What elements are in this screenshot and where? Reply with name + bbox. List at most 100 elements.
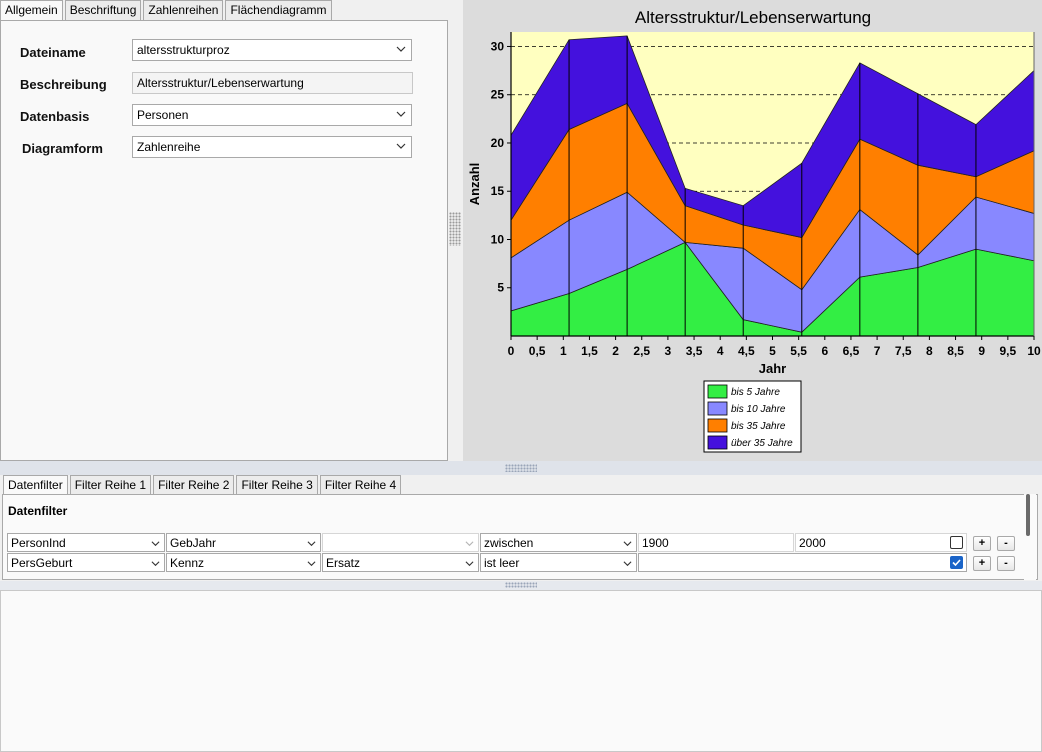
x-tick-label: 9,5 xyxy=(1000,344,1017,358)
x-tick-label: 3 xyxy=(665,344,672,358)
x-tick-label: 2 xyxy=(612,344,619,358)
x-tick-label: 0,5 xyxy=(529,344,546,358)
dateiname-value: altersstrukturproz xyxy=(137,43,230,57)
filter-row-1-value2[interactable]: 2000 xyxy=(795,533,967,552)
legend-swatch xyxy=(707,435,728,450)
chevron-down-icon xyxy=(151,561,160,567)
datenbasis-select[interactable]: Personen xyxy=(132,104,412,126)
legend-label: bis 35 Jahre xyxy=(731,421,786,432)
filter-row-1-operator-value: zwischen xyxy=(484,536,534,550)
x-tick-label: 5,5 xyxy=(790,344,807,358)
splitter-grip[interactable] xyxy=(505,582,537,588)
chevron-down-icon xyxy=(396,143,406,149)
x-tick-label: 6,5 xyxy=(843,344,860,358)
filter-row-2-value[interactable] xyxy=(638,553,967,572)
horizontal-splitter[interactable] xyxy=(0,461,1042,475)
filter-row-2-field1[interactable]: PersGeburt xyxy=(7,553,165,572)
filter-row-2-field1-value: PersGeburt xyxy=(11,556,73,570)
filter-row-1-operator[interactable]: zwischen xyxy=(480,533,637,552)
x-tick-label: 5 xyxy=(769,344,776,358)
filter-row-1-field1-value: PersonInd xyxy=(11,536,66,550)
x-tick-label: 1 xyxy=(560,344,567,358)
vertical-splitter-grip[interactable] xyxy=(449,212,461,246)
filter-row-2-add-button[interactable]: + xyxy=(973,556,991,571)
tab-filter-reihe-2[interactable]: Filter Reihe 2 xyxy=(153,475,235,495)
properties-tabstrip: Allgemein Beschriftung Zahlenreihen Fläc… xyxy=(0,0,334,21)
datenbasis-value: Personen xyxy=(137,108,189,122)
chevron-down-icon xyxy=(396,46,406,52)
filter-row-2-operator[interactable]: ist leer xyxy=(480,553,637,572)
tab-allgemein[interactable]: Allgemein xyxy=(0,0,63,21)
tab-flaechendiagramm[interactable]: Flächendiagramm xyxy=(225,0,332,20)
splitter-grip[interactable] xyxy=(505,464,537,472)
y-tick-label: 15 xyxy=(491,184,505,198)
chart-panel: Altersstruktur/Lebenserwartung 5 10 15 20 25… xyxy=(463,0,1042,461)
y-tick-label: 10 xyxy=(491,232,505,246)
area-chart: Altersstruktur/Lebenserwartung 510152025… xyxy=(467,8,1041,453)
filter-row-2-remove-button[interactable]: - xyxy=(997,556,1015,571)
x-tick-label: 4 xyxy=(717,344,724,358)
x-tick-label: 7,5 xyxy=(895,344,912,358)
x-axis-label: Jahr xyxy=(759,361,786,376)
filter-panel: Datenfilter Filter Reihe 1 Filter Reihe … xyxy=(0,475,1042,581)
chart-legend: bis 5 Jahre bis 10 Jahre bis 35 Jahre über … xyxy=(703,380,802,453)
general-form: Dateiname altersstrukturproz Beschreibun… xyxy=(0,20,448,461)
x-tick-label: 9 xyxy=(978,344,985,358)
filter-row-2-field3[interactable]: Ersatz xyxy=(322,553,479,572)
dateiname-label: Dateiname xyxy=(20,45,86,60)
legend-label: bis 5 Jahre xyxy=(731,387,780,398)
legend-swatch xyxy=(707,418,728,433)
chevron-down-icon xyxy=(623,541,632,547)
chevron-down-icon xyxy=(465,561,474,567)
tab-zahlenreihen[interactable]: Zahlenreihen xyxy=(143,0,224,20)
tab-filter-reihe-4[interactable]: Filter Reihe 4 xyxy=(319,475,402,495)
x-tick-label: 8,5 xyxy=(947,344,964,358)
diagramform-label: Diagramform xyxy=(22,141,103,156)
filter-row-2-field2[interactable]: Kennz xyxy=(166,553,321,572)
filter-row-2-checkbox[interactable] xyxy=(950,556,963,569)
filter-area: Datenfilter PersonInd GebJahr zwischen 1… xyxy=(2,494,1038,580)
filter-scrollbar[interactable] xyxy=(1024,494,1036,580)
tab-filter-reihe-3[interactable]: Filter Reihe 3 xyxy=(236,475,318,495)
filter-row-1-remove-button[interactable]: - xyxy=(997,536,1015,551)
legend-label: bis 10 Jahre xyxy=(731,404,786,415)
tab-beschriftung[interactable]: Beschriftung xyxy=(64,0,142,20)
y-axis-label: Anzahl xyxy=(467,163,482,206)
filter-row-1-value1[interactable]: 1900 xyxy=(638,533,794,552)
detail-panel xyxy=(0,590,1042,752)
beschreibung-field[interactable]: Altersstruktur/Lebenserwartung xyxy=(132,72,413,94)
legend-swatch xyxy=(707,384,728,399)
horizontal-splitter-2[interactable] xyxy=(0,581,1042,590)
filter-row-1-field1[interactable]: PersonInd xyxy=(7,533,165,552)
y-tick-label: 5 xyxy=(497,281,504,295)
x-tick-label: 4,5 xyxy=(738,344,755,358)
tab-filter-reihe-1[interactable]: Filter Reihe 1 xyxy=(69,475,152,495)
x-tick-label: 10 xyxy=(1027,344,1041,358)
filter-row-1-checkbox[interactable] xyxy=(950,536,963,549)
x-tick-label: 8 xyxy=(926,344,933,358)
filter-title: Datenfilter xyxy=(8,504,68,518)
x-tick-label: 0 xyxy=(508,344,515,358)
checkmark-icon xyxy=(952,559,961,567)
legend-label: über 35 Jahre xyxy=(731,438,793,449)
chevron-down-icon xyxy=(307,541,316,547)
chevron-down-icon xyxy=(396,111,406,117)
datenbasis-label: Datenbasis xyxy=(20,109,90,124)
y-tick-label: 30 xyxy=(491,39,505,53)
filter-row-1-add-button[interactable]: + xyxy=(973,536,991,551)
x-tick-label: 2,5 xyxy=(633,344,650,358)
dateiname-select[interactable]: altersstrukturproz xyxy=(132,39,412,61)
filter-row-1-field3[interactable] xyxy=(322,533,479,552)
filter-row-1-field2[interactable]: GebJahr xyxy=(166,533,321,552)
beschreibung-label: Beschreibung xyxy=(20,77,107,92)
filter-row-2-field2-value: Kennz xyxy=(170,556,205,570)
filter-tabstrip: Datenfilter Filter Reihe 1 Filter Reihe … xyxy=(3,475,403,496)
scrollbar-thumb[interactable] xyxy=(1026,494,1030,536)
chevron-down-icon xyxy=(307,561,316,567)
filter-row-2-operator-value: ist leer xyxy=(484,556,520,570)
diagramform-select[interactable]: Zahlenreihe xyxy=(132,136,412,158)
y-tick-label: 20 xyxy=(491,136,505,150)
filter-row-2-field3-value: Ersatz xyxy=(326,556,361,570)
diagramform-value: Zahlenreihe xyxy=(137,140,201,154)
tab-datenfilter[interactable]: Datenfilter xyxy=(3,475,68,496)
